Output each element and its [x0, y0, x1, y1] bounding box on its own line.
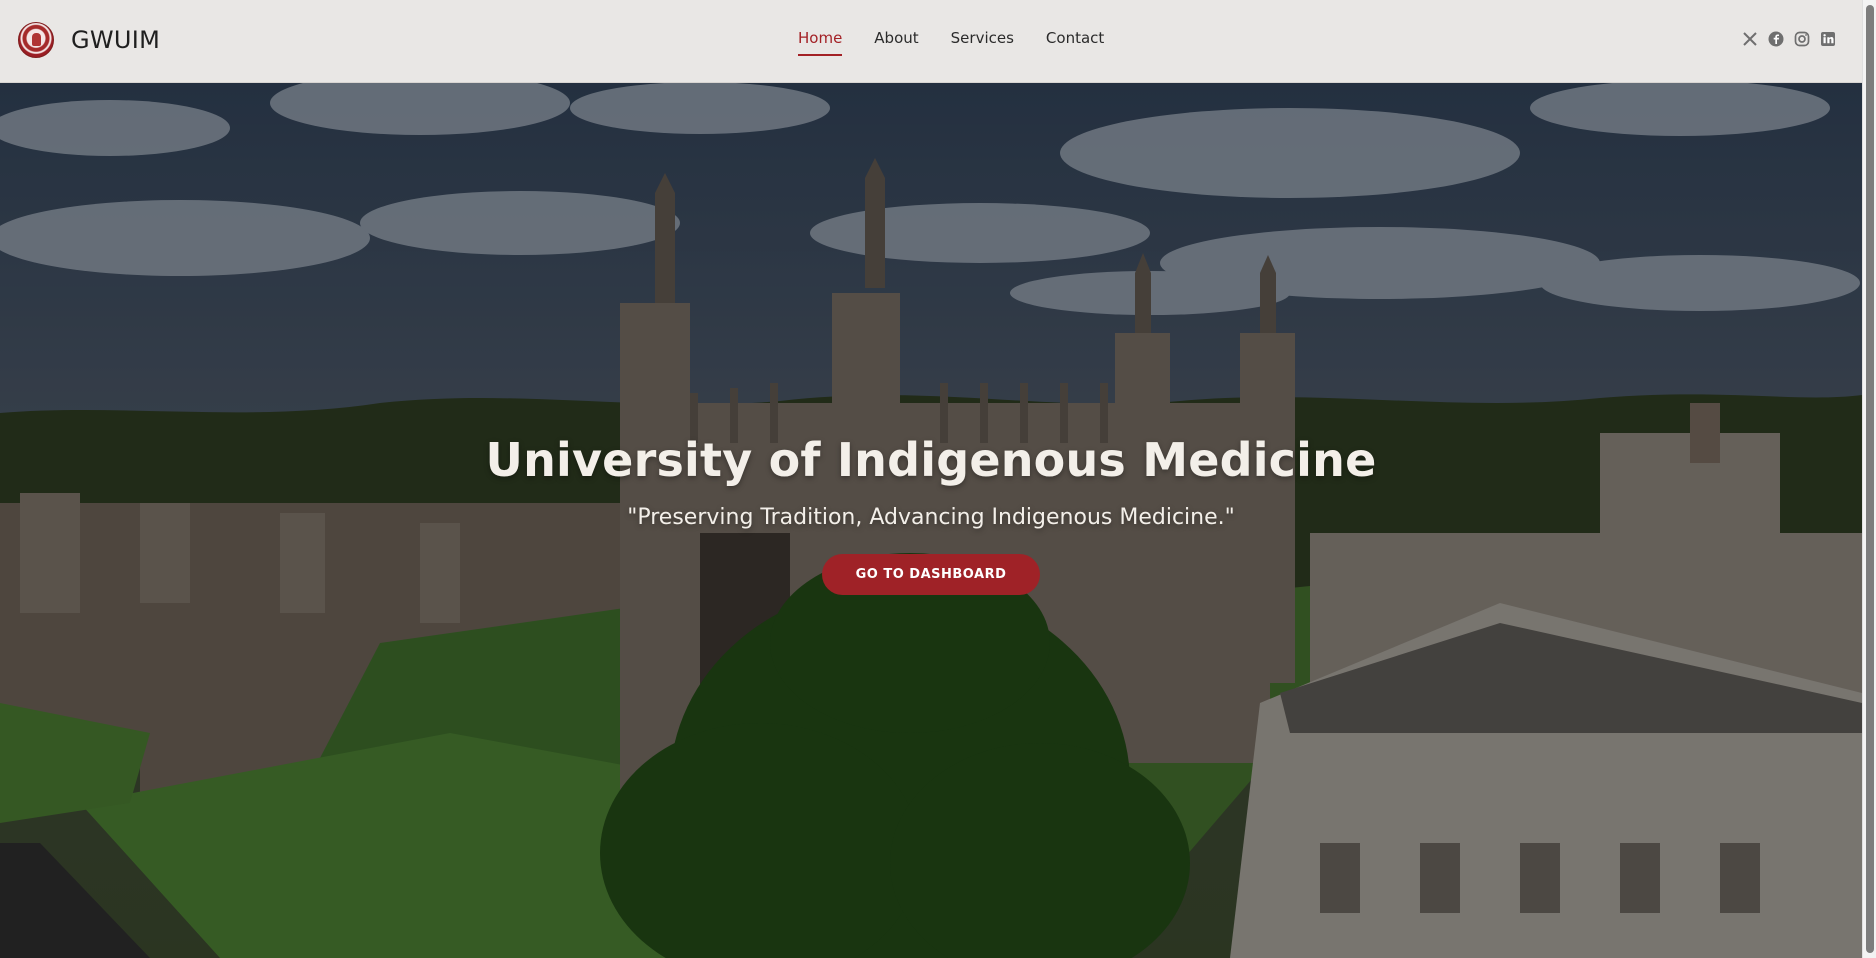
dashboard-button[interactable]: GO TO DASHBOARD: [821, 554, 1041, 595]
hero-title: University of Indigenous Medicine: [485, 433, 1377, 487]
instagram-icon[interactable]: [1794, 31, 1810, 47]
brand-name: GWUIM: [71, 26, 161, 54]
facebook-icon[interactable]: [1768, 31, 1784, 47]
brand[interactable]: GWUIM: [18, 22, 160, 58]
page-scrollbar[interactable]: [1862, 0, 1876, 958]
hero-subtitle: "Preserving Tradition, Advancing Indigen…: [627, 505, 1235, 530]
nav-about[interactable]: About: [874, 29, 918, 56]
nav-contact[interactable]: Contact: [1046, 29, 1104, 56]
hero-section: University of Indigenous Medicine "Prese…: [0, 83, 1862, 958]
social-links: [1742, 31, 1836, 47]
hero-content: University of Indigenous Medicine "Prese…: [0, 433, 1862, 595]
site-header: GWUIM Home About Services Contact: [0, 0, 1862, 83]
university-seal-icon: [18, 22, 54, 58]
x-icon[interactable]: [1742, 31, 1758, 47]
linkedin-icon[interactable]: [1820, 31, 1836, 47]
scrollbar-thumb[interactable]: [1866, 5, 1874, 953]
main-navigation: Home About Services Contact: [798, 29, 1104, 56]
nav-home[interactable]: Home: [798, 29, 843, 56]
nav-services[interactable]: Services: [951, 29, 1014, 56]
